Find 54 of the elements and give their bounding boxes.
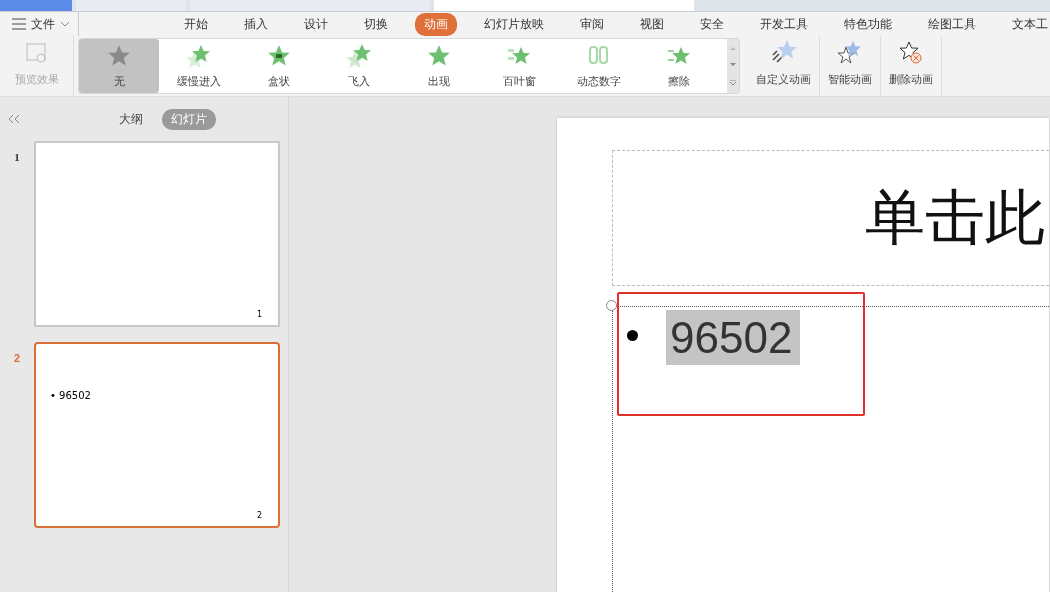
star-icon [107, 43, 131, 68]
ribbon-tab[interactable]: 开发工具 [751, 12, 817, 36]
star-icon [427, 43, 451, 68]
slide-thumbnail[interactable]: 1 [34, 141, 280, 327]
animation-effect[interactable]: 擦除 [639, 39, 719, 93]
ribbon-tab[interactable]: 幻灯片放映 [475, 12, 553, 36]
star-icon [347, 43, 371, 68]
gallery-scrollbar[interactable] [727, 39, 739, 93]
animation-effect[interactable]: 出现 [399, 39, 479, 93]
slide-number: 1 [13, 150, 21, 165]
star-icon [837, 40, 863, 66]
caret-icon [60, 21, 70, 27]
ribbon-tab[interactable]: 视图 [631, 12, 673, 36]
document-tab[interactable] [434, 0, 694, 11]
animation-button[interactable]: 智能动画 [820, 36, 881, 96]
view-tab[interactable]: 大纲 [110, 108, 152, 130]
collapse-icon[interactable] [8, 114, 20, 124]
slide-thumbnail[interactable]: • 96502 2 [34, 342, 280, 528]
ribbon-tab[interactable]: 设计 [295, 12, 337, 36]
expand-icon[interactable] [730, 80, 736, 87]
bullet-icon [627, 330, 638, 341]
animation-button[interactable]: 删除动画 [881, 36, 942, 96]
document-tab[interactable] [190, 0, 430, 11]
ribbon-tab[interactable]: 插入 [235, 12, 277, 36]
animation-effect[interactable]: 盒状 [239, 39, 319, 93]
animation-effect[interactable]: 动态数字 [559, 39, 639, 93]
animation-effect[interactable]: 缓慢进入 [159, 39, 239, 93]
ribbon-tab[interactable]: 绘图工具 [919, 12, 985, 36]
scroll-down-icon[interactable] [730, 63, 736, 67]
page-number: 1 [256, 310, 262, 319]
ribbon-tab[interactable]: 安全 [691, 12, 733, 36]
animation-effect[interactable]: 百叶窗 [479, 39, 559, 93]
delete-star-icon [898, 40, 924, 66]
scroll-up-icon[interactable] [730, 45, 736, 50]
preview-icon [24, 42, 49, 66]
slide-title: 单击此 [865, 180, 1046, 254]
star-icon [187, 43, 211, 68]
ribbon-tab[interactable]: 开始 [175, 12, 217, 36]
star-icon [267, 43, 291, 68]
home-tab[interactable] [0, 0, 72, 11]
menu-icon [12, 18, 26, 30]
document-tab[interactable] [76, 0, 186, 11]
ribbon-tab[interactable]: 切换 [355, 12, 397, 36]
thumbnail-text: • 96502 [50, 390, 91, 401]
ribbon-tab[interactable]: 文本工 [1003, 12, 1050, 36]
selected-text[interactable]: 96502 [666, 310, 801, 365]
slide-number: 2 [12, 351, 22, 366]
animation-effect[interactable]: 无 [79, 39, 159, 93]
animation-effect[interactable]: 飞入 [319, 39, 399, 93]
title-placeholder[interactable]: 单击此 [612, 150, 1049, 286]
ribbon-tab[interactable]: 审阅 [571, 12, 613, 36]
ribbon-tab[interactable]: 特色功能 [835, 12, 901, 36]
animation-button[interactable]: 自定义动画 [748, 36, 820, 96]
page-number: 2 [256, 511, 262, 520]
